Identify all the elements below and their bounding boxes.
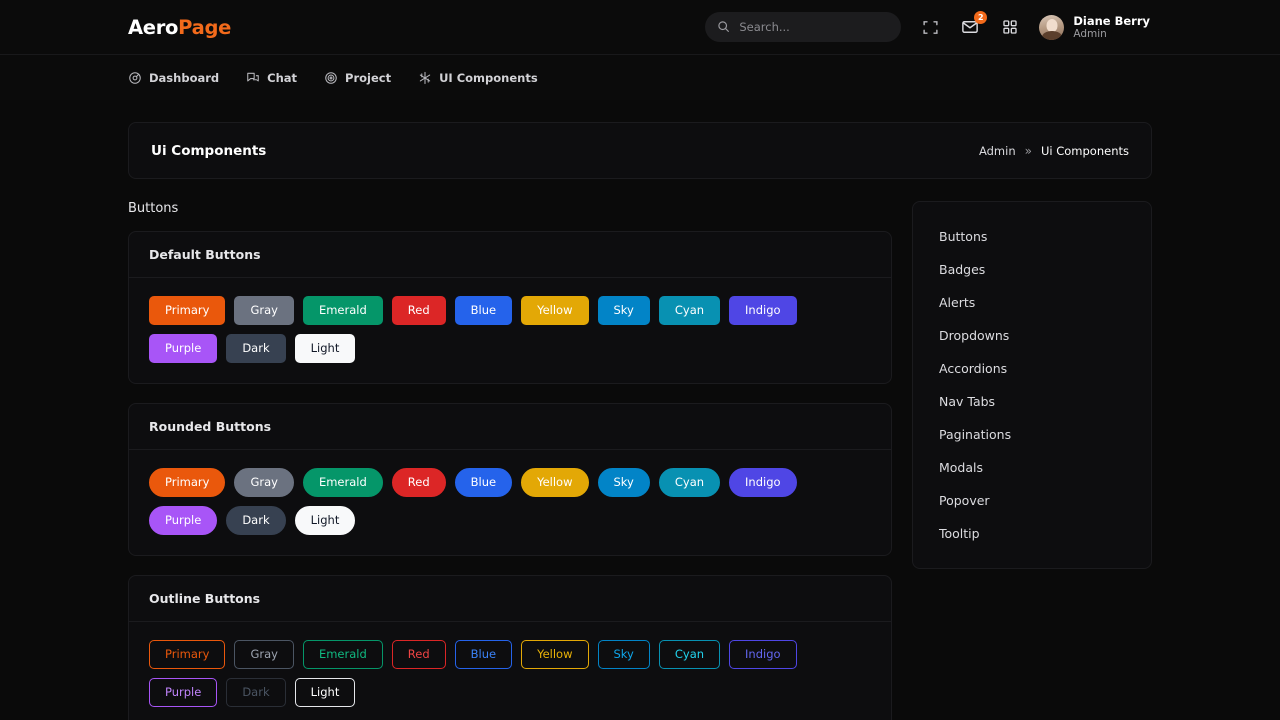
search-input[interactable] — [739, 20, 889, 34]
card-default-buttons: Default Buttons Primary Gray Emerald Red Blu… — [128, 231, 892, 384]
section-title: Buttons — [128, 201, 892, 216]
button-cyan[interactable]: Cyan — [659, 296, 720, 325]
button-gray[interactable]: Gray — [234, 296, 294, 325]
button-purple[interactable]: Purple — [149, 334, 217, 363]
button-red[interactable]: Red — [392, 296, 446, 325]
button-sky[interactable]: Sky — [598, 640, 650, 669]
sidebar-item-modals[interactable]: Modals — [913, 451, 1151, 484]
button-indigo[interactable]: Indigo — [729, 468, 797, 497]
button-light[interactable]: Light — [295, 506, 356, 535]
sidebar-item-nav-tabs[interactable]: Nav Tabs — [913, 385, 1151, 418]
mail-badge-count: 2 — [974, 11, 987, 24]
nav-label: UI Components — [439, 71, 538, 85]
main-content: Ui Components Admin » Ui Components Butt… — [0, 100, 1280, 720]
nav-item-chat[interactable]: Chat — [246, 71, 297, 85]
button-indigo[interactable]: Indigo — [729, 640, 797, 669]
button-primary[interactable]: Primary — [149, 468, 225, 497]
main-nav: Dashboard Chat Project UI Component — [0, 54, 1280, 100]
avatar — [1039, 15, 1064, 40]
button-sky[interactable]: Sky — [598, 468, 650, 497]
search-icon — [717, 18, 730, 37]
button-yellow[interactable]: Yellow — [521, 296, 588, 325]
logo-text-accent: Page — [178, 16, 231, 39]
user-name: Diane Berry — [1073, 14, 1150, 28]
nav-item-project[interactable]: Project — [324, 71, 391, 85]
nav-label: Chat — [267, 71, 297, 85]
button-dark[interactable]: Dark — [226, 334, 285, 363]
search-box[interactable] — [705, 12, 901, 42]
button-emerald[interactable]: Emerald — [303, 468, 383, 497]
breadcrumb-root[interactable]: Admin — [979, 144, 1016, 158]
button-yellow[interactable]: Yellow — [521, 640, 588, 669]
app-logo[interactable]: AeroPage — [128, 16, 231, 39]
default-buttons-group: Primary Gray Emerald Red Blue Yellow Sky Cyan In… — [129, 278, 891, 383]
button-light[interactable]: Light — [295, 678, 356, 707]
button-dark[interactable]: Dark — [226, 506, 285, 535]
top-bar-actions: 2 Diane Berry Admin — [705, 12, 1150, 42]
components-index-column: Buttons Badges Alerts Dropdowns Accordio… — [912, 201, 1152, 720]
sidebar-item-paginations[interactable]: Paginations — [913, 418, 1151, 451]
chat-icon — [246, 71, 260, 85]
button-yellow[interactable]: Yellow — [521, 468, 588, 497]
outline-buttons-group: Primary Gray Emerald Red Blue Yellow Sky Cyan In… — [129, 622, 891, 720]
button-gray[interactable]: Gray — [234, 468, 294, 497]
button-sky[interactable]: Sky — [598, 296, 650, 325]
button-purple[interactable]: Purple — [149, 678, 217, 707]
top-bar: AeroPage 2 — [0, 0, 1280, 54]
dashboard-icon — [128, 71, 142, 85]
button-red[interactable]: Red — [392, 468, 446, 497]
button-emerald[interactable]: Emerald — [303, 296, 383, 325]
button-dark[interactable]: Dark — [226, 678, 285, 707]
button-primary[interactable]: Primary — [149, 640, 225, 669]
card-title: Default Buttons — [129, 232, 891, 278]
nav-item-dashboard[interactable]: Dashboard — [128, 71, 219, 85]
button-blue[interactable]: Blue — [455, 296, 512, 325]
breadcrumb: Admin » Ui Components — [979, 144, 1129, 158]
button-cyan[interactable]: Cyan — [659, 468, 720, 497]
card-rounded-buttons: Rounded Buttons Primary Gray Emerald Red Blu… — [128, 403, 892, 556]
components-icon — [418, 71, 432, 85]
sidebar-item-alerts[interactable]: Alerts — [913, 286, 1151, 319]
fullscreen-icon[interactable] — [919, 16, 941, 38]
button-blue[interactable]: Blue — [455, 468, 512, 497]
nav-label: Dashboard — [149, 71, 219, 85]
user-menu[interactable]: Diane Berry Admin — [1039, 14, 1150, 41]
target-icon — [324, 71, 338, 85]
button-purple[interactable]: Purple — [149, 506, 217, 535]
sidebar-item-tooltip[interactable]: Tooltip — [913, 517, 1151, 550]
grid-apps-icon[interactable] — [999, 16, 1021, 38]
button-indigo[interactable]: Indigo — [729, 296, 797, 325]
user-info: Diane Berry Admin — [1073, 14, 1150, 41]
page-header-card: Ui Components Admin » Ui Components — [128, 122, 1152, 179]
card-title: Outline Buttons — [129, 576, 891, 622]
button-emerald[interactable]: Emerald — [303, 640, 383, 669]
button-red[interactable]: Red — [392, 640, 446, 669]
button-blue[interactable]: Blue — [455, 640, 512, 669]
sidebar-item-buttons[interactable]: Buttons — [913, 220, 1151, 253]
nav-label: Project — [345, 71, 391, 85]
mail-icon[interactable]: 2 — [959, 16, 981, 38]
sidebar-item-badges[interactable]: Badges — [913, 253, 1151, 286]
card-outline-buttons: Outline Buttons Primary Gray Emerald Red Blu… — [128, 575, 892, 720]
breadcrumb-current: Ui Components — [1041, 144, 1129, 158]
logo-text-primary: Aero — [128, 16, 178, 39]
button-cyan[interactable]: Cyan — [659, 640, 720, 669]
button-primary[interactable]: Primary — [149, 296, 225, 325]
components-index-list: Buttons Badges Alerts Dropdowns Accordio… — [912, 201, 1152, 569]
user-role: Admin — [1073, 28, 1150, 41]
components-column: Buttons Default Buttons Primary Gray Emera… — [128, 201, 892, 720]
sidebar-item-accordions[interactable]: Accordions — [913, 352, 1151, 385]
nav-item-ui-components[interactable]: UI Components — [418, 71, 538, 85]
card-title: Rounded Buttons — [129, 404, 891, 450]
sidebar-item-popover[interactable]: Popover — [913, 484, 1151, 517]
sidebar-item-dropdowns[interactable]: Dropdowns — [913, 319, 1151, 352]
button-gray[interactable]: Gray — [234, 640, 294, 669]
page-title: Ui Components — [151, 143, 266, 159]
button-light[interactable]: Light — [295, 334, 356, 363]
breadcrumb-separator-icon: » — [1025, 144, 1032, 158]
content-row: Buttons Default Buttons Primary Gray Emera… — [128, 201, 1152, 720]
rounded-buttons-group: Primary Gray Emerald Red Blue Yellow Sky Cyan In… — [129, 450, 891, 555]
